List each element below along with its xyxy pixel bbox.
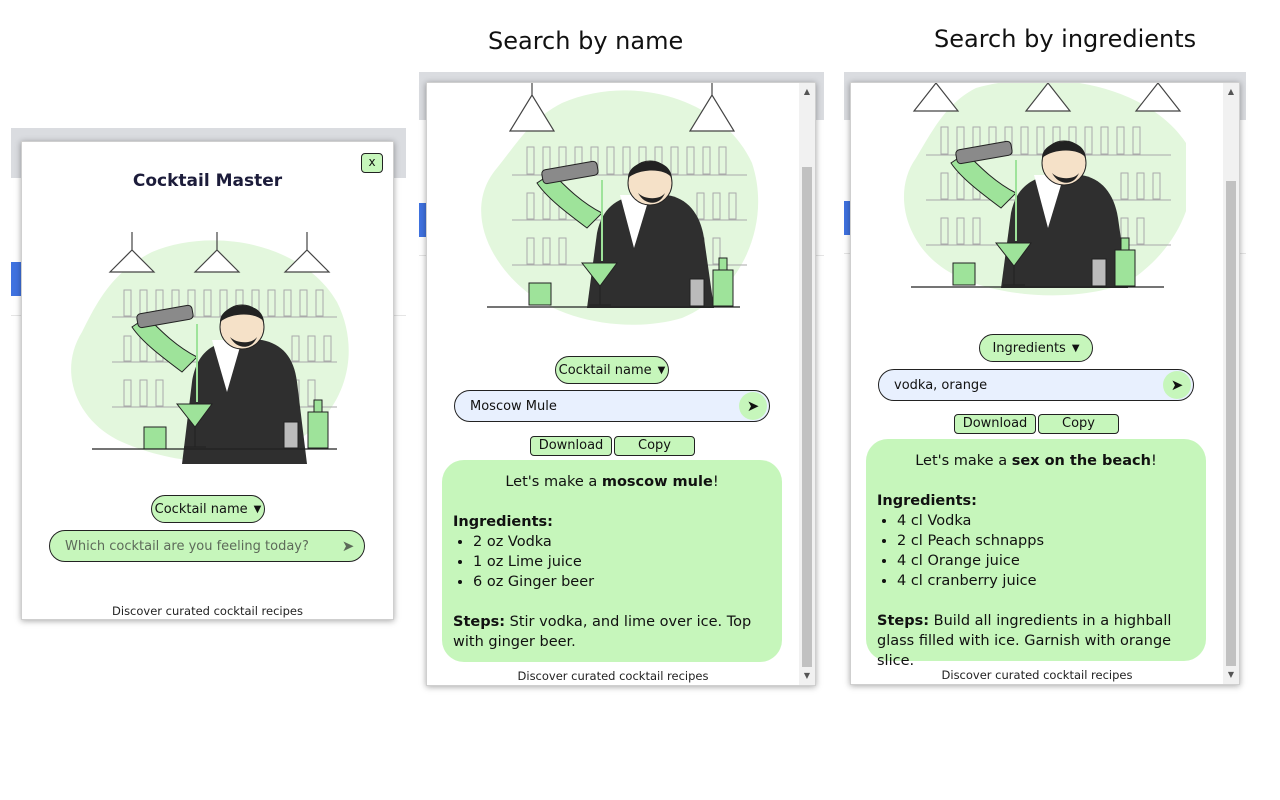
drink-name: moscow mule xyxy=(601,474,713,490)
drink-name: sex on the beach xyxy=(1011,453,1151,469)
search-mode-label: Cocktail name xyxy=(154,501,248,517)
scroll-up-icon[interactable]: ▲ xyxy=(1223,85,1239,99)
search-mode-select[interactable]: Cocktail name ▼ xyxy=(555,356,669,384)
ingredients-list: 2 oz Vodka 1 oz Lime juice 6 oz Ginger b… xyxy=(453,532,771,592)
chevron-down-icon: ▼ xyxy=(1071,342,1080,354)
search-mode-label: Cocktail name xyxy=(558,362,652,378)
footer-tagline: Discover curated cocktail recipes xyxy=(517,669,709,683)
recipe-intro: Let's make a sex on the beach! xyxy=(915,453,1157,469)
popup-search-by-name: ▲ ▼ Cocktail name ▼ Moscow Mule ➤ Downlo… xyxy=(426,82,816,686)
cocktail-search-input[interactable]: Moscow Mule ➤ xyxy=(454,390,770,422)
list-item: 1 oz Lime juice xyxy=(473,552,771,572)
bartender-illustration xyxy=(903,83,1186,296)
send-arrow-icon[interactable]: ➤ xyxy=(334,532,362,560)
recipe-intro: Let's make a moscow mule! xyxy=(505,474,719,490)
chevron-down-icon: ▼ xyxy=(657,364,666,376)
list-item: 4 cl Orange juice xyxy=(897,551,1195,571)
app-title: Cocktail Master xyxy=(132,171,283,191)
recipe-steps: Steps: Build all ingredients in a highba… xyxy=(877,613,1172,669)
list-item: 4 cl cranberry juice xyxy=(897,571,1195,591)
send-arrow-icon[interactable]: ➤ xyxy=(739,392,767,420)
download-button[interactable]: Download xyxy=(954,414,1036,434)
cocktail-search-input[interactable]: Which cocktail are you feeling today? ➤ xyxy=(49,530,365,562)
search-value: vodka, orange xyxy=(894,377,988,393)
list-item: 6 oz Ginger beer xyxy=(473,572,771,592)
search-mode-label: Ingredients xyxy=(992,340,1066,356)
recipe-result-card: Let's make a moscow mule! Ingredients: 2… xyxy=(442,460,782,662)
chevron-down-icon: ▼ xyxy=(253,503,262,515)
bartender-illustration xyxy=(481,83,759,325)
list-item: 4 cl Vodka xyxy=(897,511,1195,531)
caption-search-by-name: Search by name xyxy=(488,27,684,55)
bartender-illustration xyxy=(71,232,349,464)
list-item: 2 oz Vodka xyxy=(473,532,771,552)
ingredients-heading: Ingredients: xyxy=(877,493,977,509)
footer-tagline: Discover curated cocktail recipes xyxy=(112,604,303,618)
copy-button[interactable]: Copy xyxy=(1038,414,1119,434)
popup-home: x Cocktail Master Cocktail name ▼ Which … xyxy=(21,141,394,620)
popup-search-by-ingredients: ▲ ▼ Ingredients ▼ vodka, orange ➤ Downlo… xyxy=(850,82,1240,685)
recipe-steps: Steps: Stir vodka, and lime over ice. To… xyxy=(453,614,752,650)
footer-tagline: Discover curated cocktail recipes xyxy=(941,668,1133,682)
caption-search-by-ingredients: Search by ingredients xyxy=(934,25,1197,53)
ingredients-heading: Ingredients: xyxy=(453,514,553,530)
scrollbar[interactable]: ▲ ▼ xyxy=(799,83,815,685)
scroll-down-icon[interactable]: ▼ xyxy=(1223,668,1239,682)
send-arrow-icon[interactable]: ➤ xyxy=(1163,371,1191,399)
ingredients-search-input[interactable]: vodka, orange ➤ xyxy=(878,369,1194,401)
list-item: 2 cl Peach schnapps xyxy=(897,531,1195,551)
search-placeholder: Which cocktail are you feeling today? xyxy=(65,538,309,554)
search-value: Moscow Mule xyxy=(470,398,557,414)
search-mode-select[interactable]: Ingredients ▼ xyxy=(979,334,1093,362)
ingredients-list: 4 cl Vodka 2 cl Peach schnapps 4 cl Oran… xyxy=(877,511,1195,591)
scrollbar-thumb[interactable] xyxy=(1226,181,1236,666)
recipe-result-card: Let's make a sex on the beach! Ingredien… xyxy=(866,439,1206,669)
scroll-up-icon[interactable]: ▲ xyxy=(799,85,815,99)
scroll-down-icon[interactable]: ▼ xyxy=(799,669,815,683)
search-mode-select[interactable]: Cocktail name ▼ xyxy=(151,495,265,523)
download-button[interactable]: Download xyxy=(530,436,612,456)
copy-button[interactable]: Copy xyxy=(614,436,695,456)
scrollbar-thumb[interactable] xyxy=(802,167,812,667)
close-button[interactable]: x xyxy=(361,153,383,173)
scrollbar[interactable]: ▲ ▼ xyxy=(1223,83,1239,684)
